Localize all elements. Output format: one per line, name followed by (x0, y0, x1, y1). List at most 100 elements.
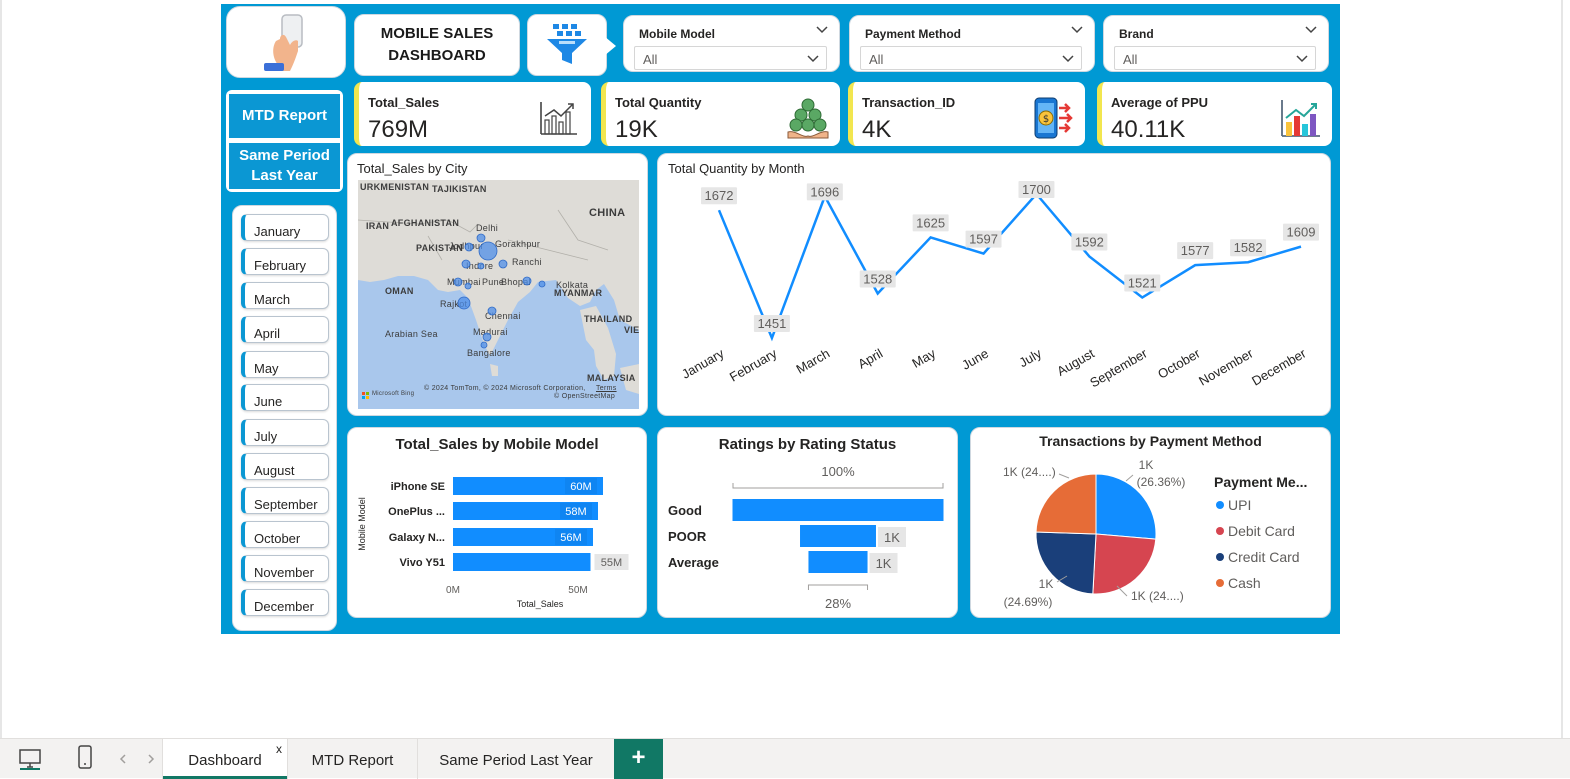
month-button-august[interactable]: August (241, 453, 329, 480)
map-bubbles (453, 233, 546, 349)
month-button-november[interactable]: November (241, 555, 329, 582)
bar-chart-icon (1281, 100, 1320, 137)
city-bubble-mumbai (453, 277, 463, 287)
dashboard-title-text: MOBILE SALES DASHBOARD (380, 25, 494, 64)
data-label: 1592 (1071, 233, 1108, 251)
data-label-text: 1451 (757, 316, 786, 331)
coins-icon (787, 98, 829, 139)
line-chart[interactable]: 1672 1451 1696 1528 1625 1597 1700 1592 1521 1577… (658, 154, 1330, 415)
chevron-left-icon[interactable] (118, 753, 128, 765)
y-axis-title: Mobile Model (357, 497, 367, 551)
data-label: 1625 (912, 214, 949, 232)
x-tick-label: May (909, 345, 938, 371)
data-label: 1521 (1124, 274, 1161, 292)
map-title: Total_Sales by City (357, 161, 468, 176)
bar-chart[interactable]: iPhone SE 60M OnePlus ... 58M Galaxy N... 56M… (348, 428, 646, 617)
data-label-text: 1577 (1181, 243, 1210, 258)
city-bubble-ranchi (498, 259, 508, 269)
chevron-down-icon[interactable] (1070, 25, 1084, 35)
x-tick-label: December (1249, 345, 1309, 388)
tab-same-period-last-year[interactable]: Same Period Last Year (418, 739, 614, 779)
mobile-model-dropdown[interactable]: All (634, 46, 827, 70)
month-button-april[interactable]: April (241, 316, 329, 343)
data-label: 55M (601, 557, 622, 569)
month-button-december[interactable]: December (241, 589, 329, 616)
brand-value: All (1123, 52, 1138, 67)
payment-method-slicer[interactable]: Payment Method All (849, 15, 1095, 72)
chevron-right-icon[interactable] (146, 753, 156, 765)
data-label: 1K (876, 556, 892, 571)
category-label: Good (668, 503, 702, 518)
svg-text:$: $ (1043, 114, 1049, 125)
canvas-edge (1561, 0, 1563, 738)
x-tick-label: July (1016, 345, 1044, 370)
data-label: 56M (560, 532, 581, 544)
slice-label: 1K (1139, 458, 1154, 472)
legend-item: Cash (1228, 575, 1261, 591)
city-bubble-gorakhpur (478, 241, 498, 261)
chevron-down-icon[interactable] (1304, 25, 1318, 35)
month-button-february[interactable]: February (241, 248, 329, 275)
ratings-chart[interactable]: 100% Good POOR 1K Average 1K 28% (658, 428, 957, 617)
month-slicer: January February March April May June Ju… (232, 205, 337, 631)
pie-slice (1092, 533, 1157, 595)
kpi-label: Average of PPU (1111, 95, 1209, 110)
pie-chart[interactable]: 1K (26.36%) 1K (24....) 1K (24.69%) 1K (24...… (971, 428, 1330, 617)
brand-label: Brand (1119, 27, 1154, 41)
legend-marker (1216, 501, 1224, 509)
legend-item: UPI (1228, 497, 1251, 513)
brand-dropdown[interactable]: All (1114, 46, 1316, 70)
slice-label: 1K (24....) (1131, 589, 1184, 603)
kpi-value: 4K (862, 116, 892, 143)
filter-arrow (604, 36, 616, 56)
tab-dashboard[interactable]: Dashboard x (163, 739, 287, 779)
legend-marker (1216, 527, 1224, 535)
mobile-model-value: All (643, 52, 658, 67)
pie-slice (1035, 473, 1097, 535)
data-label: 1451 (753, 315, 790, 332)
tab-mtd-report[interactable]: MTD Report (288, 739, 417, 779)
slice-label: (24.69%) (1004, 595, 1053, 609)
data-label: 1609 (1283, 223, 1319, 241)
data-label-text: 1696 (810, 184, 839, 199)
payment-method-dropdown[interactable]: All (860, 46, 1082, 70)
bottom-bracket (807, 584, 869, 590)
top-bracket (732, 483, 944, 489)
legend-marker (1216, 579, 1224, 587)
kpi-value: 40.11K (1111, 116, 1186, 143)
month-button-june[interactable]: June (241, 384, 329, 411)
month-button-september[interactable]: September (241, 487, 329, 514)
same-period-last-year-button[interactable]: Same Period Last Year (229, 143, 340, 189)
kpi-total-sales: Total_Sales 769M (354, 82, 591, 146)
city-bubble-delhi (476, 233, 486, 243)
city-bubble-misc (538, 280, 546, 288)
logo-card (226, 6, 346, 78)
chevron-down-icon[interactable] (815, 25, 829, 35)
mobile-model-slicer[interactable]: Mobile Model All (623, 15, 840, 72)
month-button-march[interactable]: March (241, 282, 329, 309)
legend-item: Credit Card (1228, 549, 1300, 565)
close-tab-icon[interactable]: x (276, 742, 282, 756)
chevron-down-icon (1296, 55, 1308, 63)
filter-icon-card[interactable] (527, 14, 607, 76)
kpi-label: Transaction_ID (862, 95, 956, 110)
data-label-text: 1609 (1287, 225, 1316, 240)
data-label: 1597 (965, 230, 1002, 248)
desktop-view-icon[interactable] (18, 748, 42, 770)
month-button-july[interactable]: July (241, 419, 329, 446)
india-map[interactable]: URKMENISTAN TAJIKISTAN CHINA IRAN AFGHAN… (358, 180, 639, 409)
slice-label: 1K (1039, 577, 1054, 591)
add-page-button[interactable]: + (614, 739, 663, 779)
city-bubble-pune (464, 282, 472, 290)
x-tick-label: September (1087, 345, 1150, 390)
legend-item: Debit Card (1228, 523, 1295, 539)
mobile-view-icon[interactable] (77, 744, 93, 770)
tab-spl-label: Same Period Last Year (439, 752, 593, 769)
brand-slicer[interactable]: Brand All (1103, 15, 1329, 72)
data-label: 1528 (859, 270, 896, 288)
month-button-may[interactable]: May (241, 351, 329, 378)
month-button-january[interactable]: January (241, 214, 329, 241)
mtd-report-button[interactable]: MTD Report (229, 94, 340, 138)
report-navigation: MTD Report Same Period Last Year (226, 90, 343, 192)
month-button-october[interactable]: October (241, 521, 329, 548)
